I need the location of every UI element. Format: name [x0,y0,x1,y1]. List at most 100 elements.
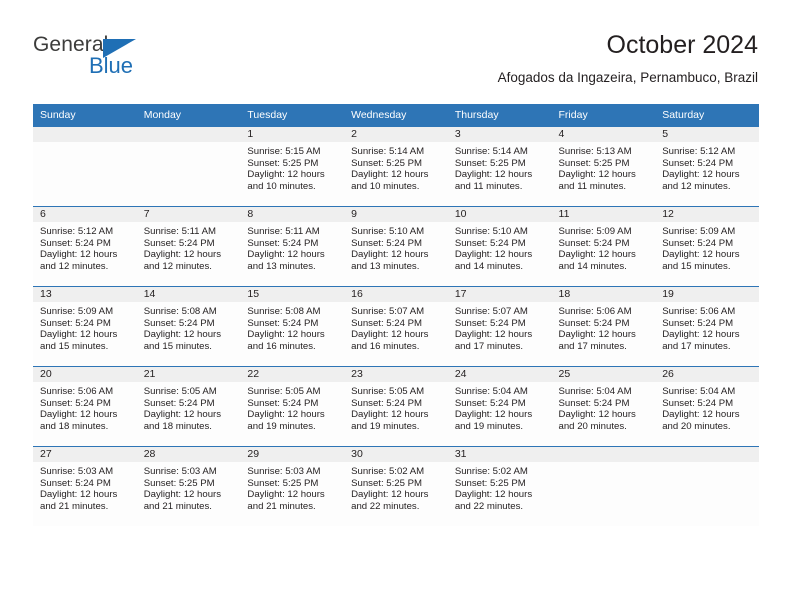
calendar-day-cell[interactable]: 29 Sunrise: 5:03 AM Sunset: 5:25 PM Dayligh… [240,446,345,526]
weekday-header-saturday: Saturday [655,104,759,127]
calendar-day-cell[interactable]: 6 Sunrise: 5:12 AM Sunset: 5:24 PM Daylight… [33,206,137,287]
calendar-day-cell[interactable]: 8 Sunrise: 5:11 AM Sunset: 5:24 PM Daylight… [240,206,345,287]
daylight-text-line1: Daylight: 12 hours [351,169,429,181]
day-details: Sunrise: 5:03 AM Sunset: 5:25 PM Daylight:… [137,462,241,512]
calendar-day-cell[interactable]: 18 Sunrise: 5:06 AM Sunset: 5:24 PM Dayligh… [551,286,656,367]
sunset-text: Sunset: 5:25 PM [247,477,319,489]
day-details: Sunrise: 5:06 AM Sunset: 5:24 PM Daylight:… [655,302,759,352]
day-details: Sunrise: 5:12 AM Sunset: 5:24 PM Daylight:… [33,222,137,272]
calendar-page: General Blue October 2024 Afogados da In… [0,0,792,612]
weekday-header-tuesday: Tuesday [240,104,345,127]
calendar-day-cell[interactable]: 26 Sunrise: 5:04 AM Sunset: 5:24 PM Dayligh… [655,366,759,447]
calendar-day-cell[interactable]: 17 Sunrise: 5:07 AM Sunset: 5:24 PM Dayligh… [447,286,552,367]
calendar-day-cell[interactable]: 22 Sunrise: 5:05 AM Sunset: 5:24 PM Dayligh… [240,366,345,447]
daylight-text-line1: Daylight: 12 hours [143,409,222,421]
calendar-day-cell[interactable]: 4 Sunrise: 5:13 AM Sunset: 5:25 PM Daylight… [551,126,656,207]
calendar-day-cell[interactable]: 19 Sunrise: 5:06 AM Sunset: 5:24 PM Dayligh… [655,286,759,367]
calendar-day-cell[interactable]: 25 Sunrise: 5:04 AM Sunset: 5:24 PM Dayligh… [551,366,656,447]
daylight-text-line1: Daylight: 12 hours [454,249,533,261]
calendar-day-cell[interactable]: 21 Sunrise: 5:05 AM Sunset: 5:24 PM Dayligh… [136,366,241,447]
day-number: 23 [344,367,448,382]
calendar-day-cell[interactable]: 27 Sunrise: 5:03 AM Sunset: 5:24 PM Dayligh… [33,446,137,526]
sunset-text: Sunset: 5:24 PM [351,397,423,409]
sunrise-text: Sunrise: 5:08 AM [143,306,217,317]
day-details: Sunrise: 5:04 AM Sunset: 5:24 PM Daylight:… [448,382,552,432]
calendar-day-cell[interactable] [655,446,759,526]
daylight-text-line2: and 13 minutes. [351,260,420,272]
calendar-day-cell[interactable]: 15 Sunrise: 5:08 AM Sunset: 5:24 PM Dayligh… [240,286,345,367]
daylight-text-line1: Daylight: 12 hours [247,329,325,341]
daylight-text-line2: and 15 minutes. [143,340,212,352]
day-number: 22 [240,367,345,382]
daylight-text-line1: Daylight: 12 hours [351,489,429,501]
calendar-day-cell[interactable]: 7 Sunrise: 5:11 AM Sunset: 5:24 PM Daylight… [136,206,241,287]
calendar-day-cell[interactable]: 16 Sunrise: 5:07 AM Sunset: 5:24 PM Dayligh… [344,286,448,367]
calendar-day-cell[interactable]: 14 Sunrise: 5:08 AM Sunset: 5:24 PM Dayligh… [136,286,241,367]
daylight-text-line1: Daylight: 12 hours [662,249,740,261]
day-number: 2 [344,127,448,142]
daylight-text-line2: and 21 minutes. [40,500,109,512]
day-number [655,447,759,462]
sunset-text: Sunset: 5:24 PM [143,317,215,329]
calendar-day-cell[interactable]: 23 Sunrise: 5:05 AM Sunset: 5:24 PM Dayligh… [344,366,448,447]
day-number: 10 [447,207,552,222]
day-details: Sunrise: 5:04 AM Sunset: 5:24 PM Daylight:… [655,382,759,432]
sunrise-text: Sunrise: 5:04 AM [558,386,632,397]
calendar-day-cell[interactable]: 5 Sunrise: 5:12 AM Sunset: 5:24 PM Daylight… [655,126,759,207]
weekday-header-sunday: Sunday [33,104,137,127]
daylight-text-line2: and 19 minutes. [454,420,524,432]
sunset-text: Sunset: 5:24 PM [40,397,111,409]
daylight-text-line2: and 19 minutes. [351,420,420,432]
sunset-text: Sunset: 5:24 PM [247,397,319,409]
calendar-day-cell[interactable] [551,446,656,526]
calendar-day-cell[interactable] [136,126,241,207]
sunset-text: Sunset: 5:24 PM [351,237,423,249]
day-details: Sunrise: 5:15 AM Sunset: 5:25 PM Daylight:… [240,142,344,192]
calendar-day-cell[interactable]: 12 Sunrise: 5:09 AM Sunset: 5:24 PM Dayligh… [655,206,759,287]
calendar-day-cell[interactable]: 31 Sunrise: 5:02 AM Sunset: 5:25 PM Dayligh… [447,446,552,526]
calendar-day-cell[interactable]: 28 Sunrise: 5:03 AM Sunset: 5:25 PM Dayligh… [136,446,241,526]
calendar-day-cell[interactable]: 2 Sunrise: 5:14 AM Sunset: 5:25 PM Daylight… [344,126,448,207]
calendar-day-cell[interactable]: 30 Sunrise: 5:02 AM Sunset: 5:25 PM Dayligh… [344,446,448,526]
sunrise-text: Sunrise: 5:12 AM [40,226,114,237]
sunset-text: Sunset: 5:25 PM [247,157,319,169]
sunrise-text: Sunrise: 5:11 AM [247,226,320,237]
calendar-day-cell[interactable] [33,126,137,207]
daylight-text-line1: Daylight: 12 hours [351,329,429,341]
day-number: 12 [655,207,759,222]
sunrise-text: Sunrise: 5:02 AM [351,466,425,477]
calendar-day-cell[interactable]: 3 Sunrise: 5:14 AM Sunset: 5:25 PM Daylight… [447,126,552,207]
daylight-text-line2: and 15 minutes. [662,260,731,272]
day-details: Sunrise: 5:05 AM Sunset: 5:24 PM Daylight:… [240,382,344,432]
day-number: 31 [447,447,552,462]
sunrise-text: Sunrise: 5:06 AM [662,306,736,317]
calendar-day-cell[interactable]: 11 Sunrise: 5:09 AM Sunset: 5:24 PM Dayligh… [551,206,656,287]
day-number: 19 [655,287,759,302]
calendar-day-cell[interactable]: 10 Sunrise: 5:10 AM Sunset: 5:24 PM Dayligh… [447,206,552,287]
daylight-text-line1: Daylight: 12 hours [558,169,636,181]
calendar-day-cell[interactable]: 20 Sunrise: 5:06 AM Sunset: 5:24 PM Dayligh… [33,366,137,447]
sunset-text: Sunset: 5:24 PM [247,317,319,329]
sunrise-text: Sunrise: 5:09 AM [558,226,632,237]
calendar-day-cell[interactable]: 13 Sunrise: 5:09 AM Sunset: 5:24 PM Dayligh… [33,286,137,367]
daylight-text-line2: and 11 minutes. [454,180,523,192]
sunset-text: Sunset: 5:24 PM [143,397,215,409]
day-number: 11 [551,207,656,222]
sunset-text: Sunset: 5:24 PM [351,317,423,329]
day-number: 4 [551,127,656,142]
daylight-text-line2: and 16 minutes. [247,340,316,352]
sunset-text: Sunset: 5:24 PM [40,237,111,249]
daylight-text-line2: and 20 minutes. [662,420,731,432]
calendar-day-cell[interactable]: 1 Sunrise: 5:15 AM Sunset: 5:25 PM Daylight… [240,126,345,207]
day-details: Sunrise: 5:09 AM Sunset: 5:24 PM Daylight:… [33,302,137,352]
day-number [136,127,241,142]
daylight-text-line1: Daylight: 12 hours [247,489,325,501]
calendar-day-cell[interactable]: 9 Sunrise: 5:10 AM Sunset: 5:24 PM Daylight… [344,206,448,287]
calendar-day-cell[interactable]: 24 Sunrise: 5:04 AM Sunset: 5:24 PM Dayligh… [447,366,552,447]
sunrise-text: Sunrise: 5:06 AM [40,386,114,397]
daylight-text-line2: and 10 minutes. [351,180,420,192]
calendar-week-row: 6 Sunrise: 5:12 AM Sunset: 5:24 PM Daylight… [33,206,759,287]
general-blue-logo[interactable]: General Blue [33,33,163,79]
daylight-text-line1: Daylight: 12 hours [558,329,636,341]
page-title: October 2024 [606,31,759,59]
